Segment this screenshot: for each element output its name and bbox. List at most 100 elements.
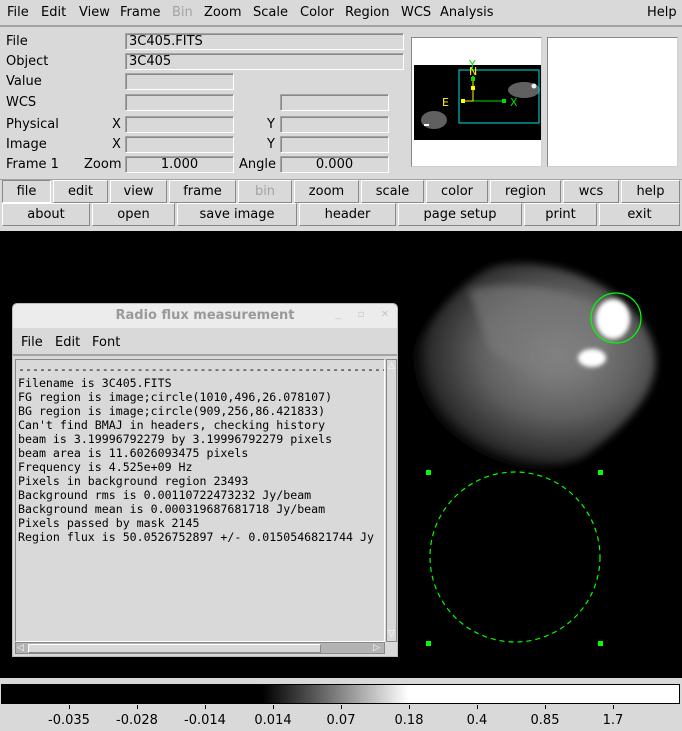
scroll-up-icon[interactable]: △ (388, 361, 395, 371)
physical-x-field (125, 116, 234, 133)
image-y-field (280, 136, 389, 153)
horizontal-scroll-thumb[interactable] (28, 644, 321, 653)
btn-open[interactable]: open (92, 203, 175, 226)
menu-wcs[interactable]: WCS (401, 5, 431, 20)
radio-source-3c405 (400, 263, 656, 468)
colorbar-tick-label: 0.014 (254, 713, 292, 728)
colorbar[interactable] (1, 684, 680, 704)
menu-bin[interactable]: Bin (172, 5, 193, 20)
physical-label: Physical (6, 117, 59, 132)
dialog-titlebar[interactable]: Radio flux measurement _ ▫ ✕ (13, 304, 397, 328)
colorbar-tick (545, 705, 546, 709)
output-line: Background mean is 0.000319687681718 Jy/… (18, 502, 326, 516)
btn-page-setup[interactable]: page setup (398, 203, 522, 226)
colorbar-tick-label: -0.028 (116, 713, 158, 728)
output-line: BG region is image;circle(909,256,86.421… (18, 404, 326, 418)
btn-zoom[interactable]: zoom (294, 180, 359, 203)
maximize-icon[interactable]: ▫ (356, 310, 366, 320)
btn-header[interactable]: header (299, 203, 396, 226)
btn-save-image[interactable]: save image (177, 203, 297, 226)
btn-frame[interactable]: frame (169, 180, 236, 203)
btn-about[interactable]: about (2, 203, 90, 226)
colorbar-tick-label: 0.85 (530, 713, 560, 728)
panner[interactable]: X E N Y (411, 37, 542, 167)
output-line: beam is 3.19996792279 by 3.19996792279 p… (18, 432, 333, 446)
btn-color[interactable]: color (426, 180, 488, 203)
menu-region[interactable]: Region (345, 5, 390, 20)
colorbar-tick-label: 0.4 (466, 713, 488, 728)
wcs-field-1 (125, 94, 234, 111)
output-line: Pixels passed by mask 2145 (18, 516, 200, 530)
panner-east-label: E (442, 96, 449, 109)
colorbar-tick-label: 0.18 (394, 713, 424, 728)
dialog-menu-file[interactable]: File (21, 335, 43, 350)
menu-file[interactable]: File (7, 5, 29, 20)
output-line: Filename is 3C405.FITS (18, 376, 172, 390)
btn-edit[interactable]: edit (53, 180, 108, 203)
panner-view: X E N Y (414, 58, 541, 140)
menu-view[interactable]: View (79, 5, 110, 20)
colorbar-tick (137, 705, 138, 709)
output-line: FG region is image;circle(1010,496,26.07… (18, 390, 333, 404)
bg-region-handle (598, 641, 603, 646)
colorbar-tick (613, 705, 614, 709)
scroll-down-icon[interactable]: ▽ (388, 629, 395, 639)
menu-analysis[interactable]: Analysis (440, 5, 494, 20)
btn-view[interactable]: view (110, 180, 167, 203)
colorbar-tick (69, 705, 70, 709)
minimize-icon[interactable]: _ (333, 310, 343, 320)
menu-zoom[interactable]: Zoom (204, 5, 241, 20)
btn-exit[interactable]: exit (599, 203, 680, 226)
output-line: Region flux is 50.0526752897 +/- 0.01505… (18, 530, 374, 544)
output-line: Can't find BMAJ in headers, checking his… (18, 418, 326, 432)
angle-field: 0.000 (280, 156, 389, 173)
btn-print[interactable]: print (524, 203, 597, 226)
wcs-label: WCS (6, 95, 37, 110)
colorbar-tick (477, 705, 478, 709)
image-x-field (125, 136, 234, 153)
physical-y-label: Y (267, 117, 275, 132)
object-field: 3C405 (125, 53, 404, 70)
menu-frame[interactable]: Frame (120, 5, 161, 20)
menubar: File Edit View Frame Bin Zoom Scale Colo… (0, 0, 682, 27)
image-label: Image (6, 137, 47, 152)
menu-help[interactable]: Help (647, 5, 677, 20)
dialog-menubar: File Edit Font (13, 329, 397, 356)
radio-flux-dialog: Radio flux measurement _ ▫ ✕ File Edit F… (12, 303, 398, 657)
colorbar-tick-label: 0.07 (326, 713, 356, 728)
scroll-right-icon[interactable]: ▷ (373, 643, 380, 653)
menu-edit[interactable]: Edit (41, 5, 66, 20)
bg-region-handle (598, 470, 603, 475)
close-icon[interactable]: ✕ (380, 310, 390, 320)
physical-x-label: X (112, 117, 121, 132)
dialog-text-output[interactable]: ----------------------------------------… (15, 359, 385, 642)
btn-wcs[interactable]: wcs (563, 180, 619, 203)
button-bar-sub: about open save image header page setup … (0, 203, 682, 227)
scroll-left-icon[interactable]: ◁ (17, 643, 24, 653)
physical-y-field (280, 116, 389, 133)
panner-source-1 (421, 111, 447, 129)
bg-region-handle (426, 470, 431, 475)
horizontal-scrollbar[interactable]: ◁ ▷ (15, 642, 385, 654)
vertical-scrollbar[interactable]: △ ▽ (386, 359, 397, 642)
panner-y-label: Y (468, 58, 476, 71)
button-bar-main: file edit view frame bin zoom scale colo… (0, 179, 682, 204)
menu-color[interactable]: Color (300, 5, 334, 20)
file-label: File (6, 34, 28, 49)
output-line: Pixels in background region 23493 (18, 474, 249, 488)
image-x-label: X (112, 137, 121, 152)
zoom-field: 1.000 (125, 156, 234, 173)
btn-help[interactable]: help (621, 180, 680, 203)
output-line: beam area is 11.6026093475 pixels (18, 446, 249, 460)
colorbar-tick (341, 705, 342, 709)
dialog-menu-edit[interactable]: Edit (55, 335, 80, 350)
output-line: Frequency is 4.525e+09 Hz (18, 460, 193, 474)
panner-x-label: X (510, 96, 518, 109)
btn-scale[interactable]: scale (361, 180, 424, 203)
btn-region[interactable]: region (490, 180, 561, 203)
menu-scale[interactable]: Scale (253, 5, 288, 20)
btn-bin[interactable]: bin (238, 180, 292, 203)
btn-file[interactable]: file (2, 180, 51, 203)
dialog-menu-font[interactable]: Font (92, 335, 120, 350)
colorbar-tick-label: 1.7 (602, 713, 624, 728)
